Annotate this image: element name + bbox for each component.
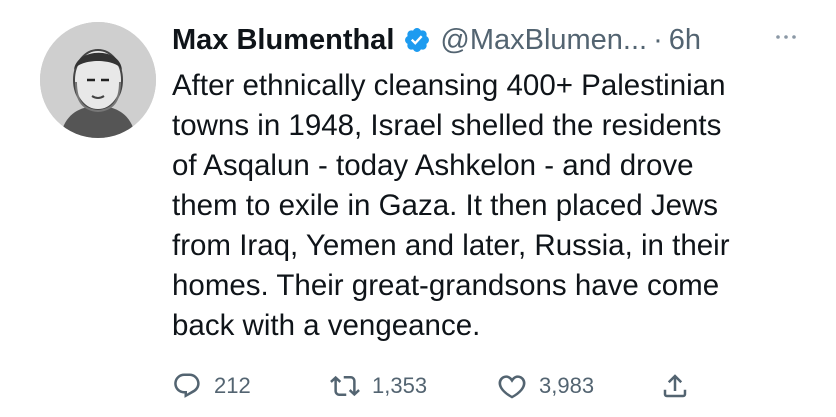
author-handle[interactable]: @MaxBlumen... [440,24,647,57]
verified-badge-icon [403,26,431,54]
tweet-actions-bar: 212 1,353 3,983 [172,366,712,406]
tweet-text-line: from Iraq, Yemen and later, Russia, in t… [172,229,730,262]
reply-icon [172,371,202,401]
avatar[interactable] [40,22,156,138]
tweet-card[interactable]: Max Blumenthal @MaxBlumen... · 6h After … [0,0,836,417]
tweet-text-line: homes. Their great-grandsons have come [172,269,720,302]
avatar-portrait-icon [40,22,156,138]
like-button[interactable]: 3,983 [497,366,594,406]
retweet-button[interactable]: 1,353 [330,366,427,406]
tweet-text-line: towns in 1948, Israel shelled the reside… [172,109,722,142]
retweet-count: 1,353 [372,373,428,398]
tweet-header: Max Blumenthal @MaxBlumen... · 6h [172,18,812,62]
reply-count: 212 [214,373,251,398]
tweet-text-line: back with a vengeance. [172,309,481,342]
tweet-text: After ethnically cleansing 400+ Palestin… [172,66,822,346]
tweet-timestamp[interactable]: 6h [669,24,701,57]
tweet-text-line: After ethnically cleansing 400+ Palestin… [172,69,726,102]
tweet-text-line: of Asqalun - today Ashkelon - and drove [172,149,694,182]
heart-icon [497,371,527,401]
more-options-icon[interactable] [766,22,806,52]
retweet-icon [330,371,360,401]
author-display-name[interactable]: Max Blumenthal [172,24,394,57]
share-button[interactable] [660,366,690,406]
like-count: 3,983 [539,373,595,398]
tweet-text-line: them to exile in Gaza. It then placed Je… [172,189,719,222]
header-separator: · [653,23,663,56]
share-icon [660,371,690,401]
reply-button[interactable]: 212 [172,366,251,406]
